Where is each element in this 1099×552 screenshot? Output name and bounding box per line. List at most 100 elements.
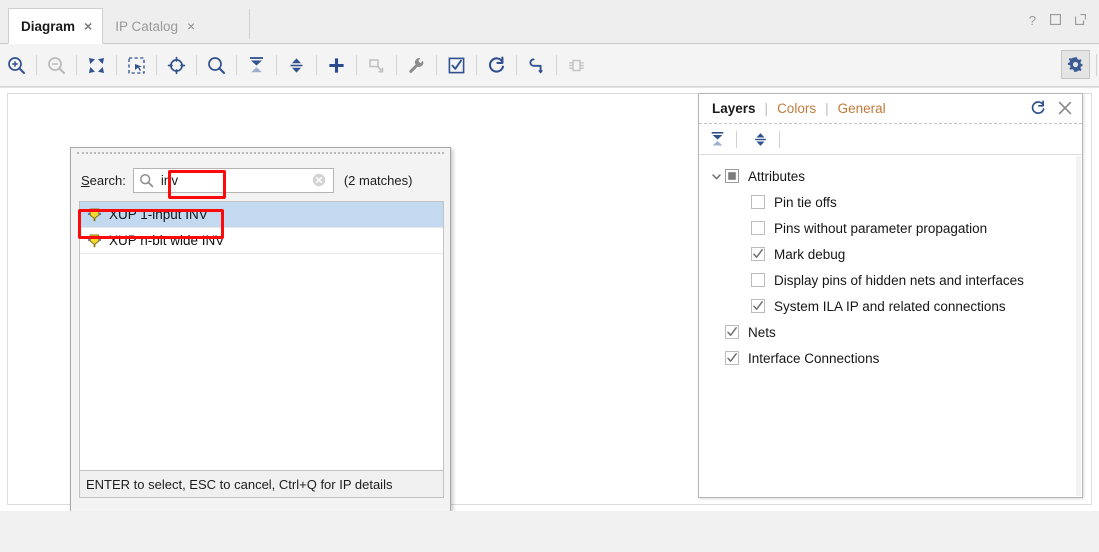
toolbar-separator (516, 55, 517, 75)
tab-layers[interactable]: Layers (712, 101, 756, 116)
tree-row-nets[interactable]: Nets (699, 319, 1082, 345)
popup-hint-text: ENTER to select, ESC to cancel, Ctrl+Q f… (79, 470, 444, 498)
tree-row-system-ila-ip[interactable]: System ILA IP and related connections (699, 293, 1082, 319)
tree-row-mark-debug[interactable]: Mark debug (699, 241, 1082, 267)
tree-row-pin-tie-offs[interactable]: Pin tie offs (699, 189, 1082, 215)
layers-panel-header-buttons (1030, 100, 1072, 121)
tree-row-attributes[interactable]: Attributes (699, 163, 1082, 189)
list-item[interactable]: XUP 1-input INV (80, 202, 443, 228)
toolbar-separator (316, 55, 317, 75)
toolbar-separator (736, 130, 737, 148)
toolbar-separator (396, 55, 397, 75)
tab-divider: | (764, 101, 769, 116)
chevron-down-icon[interactable] (708, 171, 725, 182)
list-item-label: XUP n-bit wide INV (109, 233, 225, 248)
checkbox-checked[interactable] (725, 351, 739, 365)
list-item[interactable]: XUP n-bit wide INV (80, 228, 443, 254)
tab-list: Diagram × IP Catalog × (8, 8, 205, 44)
fit-selection-icon[interactable] (162, 51, 191, 80)
add-ip-icon[interactable] (322, 51, 351, 80)
toolbar-separator (779, 130, 780, 148)
match-count-label: (2 matches) (343, 172, 413, 188)
tree-row-display-pins-of-hidden-nets[interactable]: Display pins of hidden nets and interfac… (699, 267, 1082, 293)
expand-all-icon[interactable] (282, 51, 311, 80)
tree-row-pins-without-parameter-propagation[interactable]: Pins without parameter propagation (699, 215, 1082, 241)
tree-row-label: Interface Connections (748, 350, 880, 366)
tree-row-label: Display pins of hidden nets and interfac… (774, 272, 1024, 288)
tree-row-label: Attributes (748, 168, 806, 184)
tab-ip-catalog-close-icon[interactable]: × (187, 19, 195, 33)
help-button[interactable]: ? (1029, 14, 1036, 27)
toolbar-separator (556, 55, 557, 75)
ip-results-list[interactable]: XUP 1-input INV XUP n-bit wide INV (79, 201, 444, 470)
diagram-toolbar (0, 44, 1099, 87)
checkbox-checked[interactable] (751, 299, 765, 313)
zoom-area-icon[interactable] (122, 51, 151, 80)
tab-diagram[interactable]: Diagram × (8, 8, 104, 44)
toolbar-separator (76, 55, 77, 75)
popup-drag-handle[interactable] (77, 152, 444, 159)
layers-panel: Layers | Colors | General Attributes Pin… (698, 93, 1083, 498)
add-module-icon[interactable] (362, 51, 391, 80)
checkbox-unchecked[interactable] (751, 273, 765, 287)
collapse-all-icon[interactable] (703, 127, 731, 151)
tree-row-interface-connections[interactable]: Interface Connections (699, 345, 1082, 371)
window-controls-top: ? (1029, 13, 1087, 27)
toolbar-separator (1096, 54, 1097, 76)
maximize-button[interactable] (1049, 13, 1062, 27)
close-icon[interactable] (1058, 101, 1072, 120)
toolbar-separator (36, 55, 37, 75)
checkbox-checked[interactable] (725, 325, 739, 339)
tab-diagram-label: Diagram (21, 18, 76, 34)
tab-general[interactable]: General (838, 101, 886, 116)
checkbox-unchecked[interactable] (751, 221, 765, 235)
search-input-value: inv (160, 172, 179, 188)
tab-divider: | (825, 101, 829, 116)
tab-diagram-close-icon[interactable]: × (84, 19, 92, 33)
tab-ip-catalog[interactable]: IP Catalog × (103, 8, 205, 44)
regenerate-layout-icon[interactable] (482, 51, 511, 80)
layers-panel-header: Layers | Colors | General (699, 94, 1082, 124)
layers-scrollbar[interactable] (1076, 156, 1081, 496)
layers-tree: Attributes Pin tie offs Pins without par… (699, 155, 1082, 371)
optimize-routing-icon[interactable] (522, 51, 551, 80)
ip-core-icon (86, 206, 103, 223)
zoom-in-icon[interactable] (2, 51, 31, 80)
ip-search-row: Search: inv (2 matches) (71, 161, 452, 199)
search-input[interactable]: inv (132, 167, 334, 193)
tree-row-label: Mark debug (774, 246, 846, 262)
gear-icon[interactable] (1061, 50, 1090, 79)
tab-colors[interactable]: Colors (777, 101, 816, 116)
search-icon[interactable] (202, 51, 231, 80)
tree-row-label: Nets (748, 324, 776, 340)
toolbar-separator (196, 55, 197, 75)
toolbar-separator (116, 55, 117, 75)
toolbar-separator (476, 55, 477, 75)
expand-all-icon[interactable] (746, 127, 774, 151)
collapse-all-icon[interactable] (242, 51, 271, 80)
float-button[interactable] (1074, 13, 1087, 27)
list-item-label: XUP 1-input INV (109, 207, 208, 222)
search-label-mnemonic: S (81, 172, 90, 188)
ip-search-popup: Search: inv (2 matches) XUP 1-input INV … (70, 147, 451, 530)
search-label: Search: (81, 173, 126, 188)
refresh-icon[interactable] (1030, 100, 1046, 121)
toolbar-separator (236, 55, 237, 75)
application-window: Diagram × IP Catalog × ? Search: inv (2 … (0, 0, 1099, 552)
run-connection-automation-icon[interactable] (402, 51, 431, 80)
validate-design-icon[interactable] (442, 51, 471, 80)
toolbar-separator (276, 55, 277, 75)
tab-bar: Diagram × IP Catalog × ? (0, 0, 1099, 44)
checkbox-unchecked[interactable] (751, 195, 765, 209)
toolbar-separator (156, 55, 157, 75)
tree-row-label: Pins without parameter propagation (774, 220, 988, 236)
hierarchy-icon[interactable] (562, 51, 591, 80)
layers-panel-tabs: Layers | Colors | General (712, 101, 886, 116)
clear-icon[interactable] (312, 173, 326, 187)
checkbox-partial[interactable] (725, 169, 739, 183)
zoom-out-icon[interactable] (42, 51, 71, 80)
bottom-bar: //blog. csdn. net/hiha_hero2333 ? (0, 511, 1099, 552)
zoom-fit-icon[interactable] (82, 51, 111, 80)
checkbox-checked[interactable] (751, 247, 765, 261)
tab-ip-catalog-label: IP Catalog (115, 18, 179, 34)
